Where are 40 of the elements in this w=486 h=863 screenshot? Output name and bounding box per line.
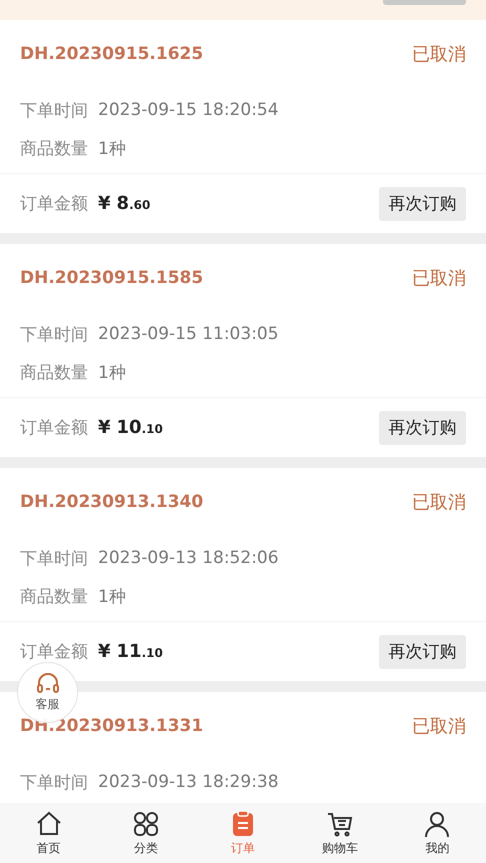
nav-tab[interactable]: 购物车	[292, 803, 389, 863]
order-number: DH.20230915.1585	[20, 268, 204, 288]
order-status: 已取消	[412, 43, 466, 66]
order-time: 2023-09-13 18:29:38	[98, 772, 279, 792]
nav-tab[interactable]: 我的	[388, 803, 486, 863]
quantity-label: 商品数量	[20, 138, 88, 160]
quantity-value: 1种	[98, 586, 126, 608]
order-status: 已取消	[412, 267, 466, 290]
order-number: DH.20230915.1625	[20, 44, 204, 64]
order-time: 2023-09-15 18:20:54	[98, 100, 279, 120]
reorder-button[interactable]: 再次订购	[379, 634, 466, 668]
quantity-label: 商品数量	[20, 586, 88, 608]
order-amount: ¥ 8.60	[98, 193, 150, 214]
order-number: DH.20230913.1340	[20, 492, 204, 512]
order-time-label: 下单时间	[20, 100, 88, 122]
grid-icon	[132, 810, 160, 838]
order-time-label: 下单时间	[20, 324, 88, 346]
quantity-value: 1种	[98, 362, 126, 384]
headset-icon	[36, 672, 60, 694]
quantity-label: 商品数量	[20, 362, 88, 384]
order-amount: ¥ 11.10	[98, 641, 163, 662]
order-amount: ¥ 10.10	[98, 417, 163, 438]
reorder-button[interactable]: 再次订购	[379, 186, 466, 220]
order-status: 已取消	[412, 715, 466, 738]
person-icon	[423, 810, 452, 838]
order-time-label: 下单时间	[20, 548, 88, 570]
home-icon	[34, 810, 63, 838]
button[interactable]	[383, 0, 466, 5]
support-label: 客服	[36, 696, 60, 713]
amount-label: 订单金额	[20, 417, 88, 439]
amount-label: 订单金额	[20, 641, 88, 663]
order-status: 已取消	[412, 491, 466, 514]
order-time: 2023-09-15 11:03:05	[98, 324, 279, 344]
quantity-value: 1种	[98, 138, 126, 160]
order-time: 2023-09-13 18:52:06	[98, 548, 279, 568]
reorder-button[interactable]: 再次订购	[379, 410, 466, 444]
amount-label: 订单金额	[20, 193, 88, 215]
nav-tab[interactable]: 分类	[97, 803, 194, 863]
nav-tab[interactable]: 首页	[0, 803, 98, 863]
order-time-label: 下单时间	[20, 772, 88, 794]
